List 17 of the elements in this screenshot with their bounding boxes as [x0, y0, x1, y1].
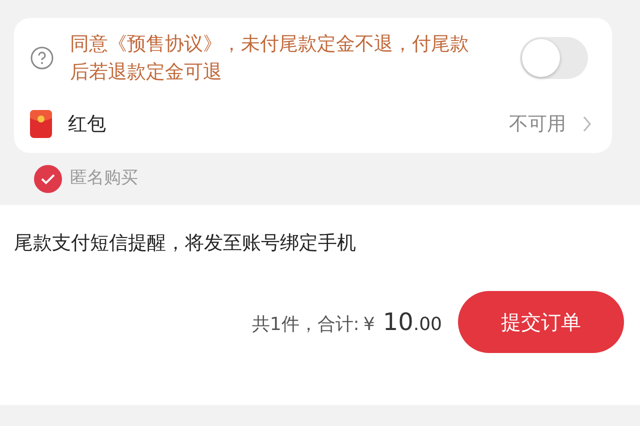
anonymous-label: 匿名购买: [70, 166, 138, 190]
packet-status: 不可用: [509, 112, 566, 137]
agreement-toggle[interactable]: [520, 37, 588, 79]
anonymous-checkbox[interactable]: [34, 164, 62, 192]
packet-label: 红包: [68, 112, 106, 137]
envelope-icon: [30, 110, 52, 138]
help-icon[interactable]: [30, 46, 54, 70]
total-decimals: .00: [413, 313, 442, 337]
agreement-text: 同意《预售协议》，未付尾款定金不退，付尾款后若退款定金可退: [70, 32, 470, 85]
currency-symbol: ¥: [363, 313, 375, 337]
item-count: 共1件，: [252, 313, 318, 337]
sms-notice: 尾款支付短信提醒，将发至账号绑定手机: [13, 230, 357, 256]
total-label: 合计:: [317, 313, 360, 337]
total-amount: 10: [382, 307, 414, 338]
check-icon: [40, 172, 56, 184]
submit-order-button[interactable]: 提交订单: [458, 291, 624, 353]
chevron-right-icon[interactable]: [582, 115, 592, 134]
